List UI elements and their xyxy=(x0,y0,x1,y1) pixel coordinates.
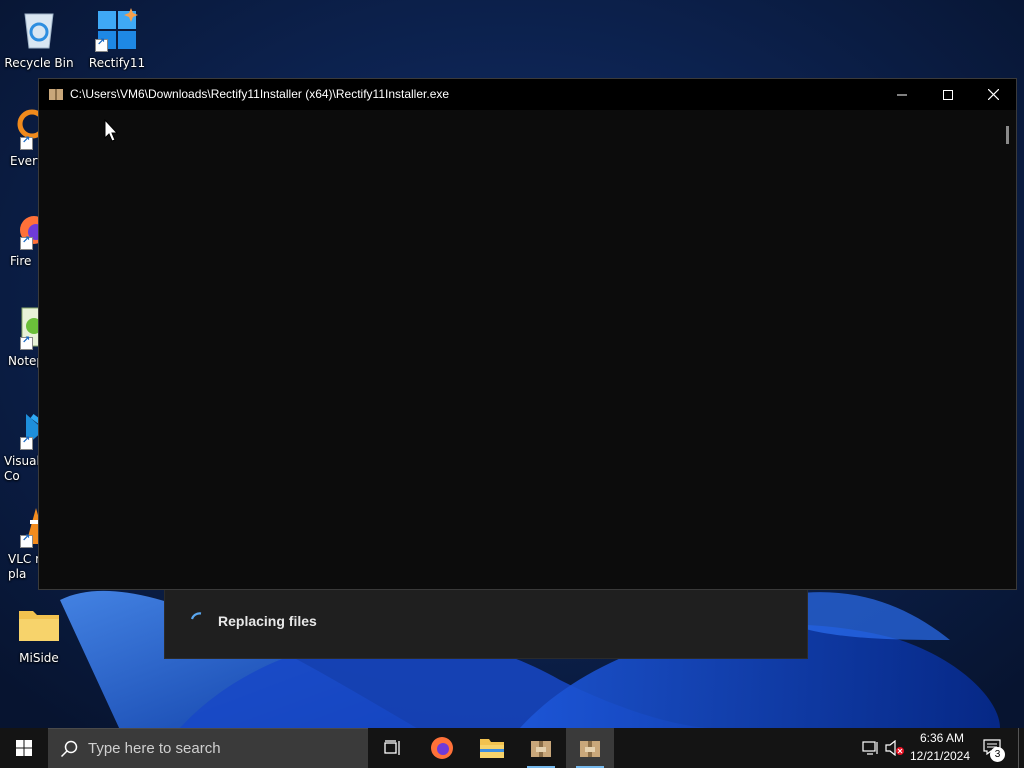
desktop-icon-label: Rectify11 Control xyxy=(88,56,146,70)
desktop-icon-label: Recycle Bin xyxy=(4,56,74,70)
taskbar-search-box[interactable]: Type here to search xyxy=(48,728,368,768)
task-view-icon xyxy=(384,740,400,755)
shortcut-arrow-icon xyxy=(20,435,33,450)
shortcut-arrow-icon xyxy=(20,235,33,250)
minimize-icon xyxy=(897,94,907,95)
recycle-bin-icon xyxy=(17,8,61,52)
console-window-title: C:\Users\VM6\Downloads\Rectify11Installe… xyxy=(70,87,450,101)
show-desktop-button[interactable] xyxy=(1018,728,1024,768)
installer-status-text: Replacing files xyxy=(218,613,317,629)
firefox-icon xyxy=(431,737,453,759)
folder-icon xyxy=(17,603,61,647)
shortcut-arrow-icon xyxy=(20,135,33,150)
scrollbar-thumb[interactable] xyxy=(1006,126,1009,144)
close-icon xyxy=(987,89,999,100)
rectify11-logo-icon xyxy=(95,8,139,52)
maximize-button[interactable] xyxy=(925,79,971,110)
minimize-button[interactable] xyxy=(879,79,925,110)
loading-spinner-icon xyxy=(190,612,202,620)
search-placeholder: Type here to search xyxy=(88,740,221,757)
taskbar-app-rectify11-installer-active[interactable] xyxy=(566,728,614,768)
installer-package-icon xyxy=(49,89,63,100)
clock-date[interactable]: 12/21/2024 xyxy=(906,749,974,763)
installer-package-icon xyxy=(580,741,600,757)
volume-muted-icon[interactable] xyxy=(885,740,905,756)
taskbar-app-firefox[interactable] xyxy=(418,728,466,768)
console-window[interactable]: C:\Users\VM6\Downloads\Rectify11Installe… xyxy=(38,78,1017,590)
close-button[interactable] xyxy=(970,79,1016,110)
task-view-button[interactable] xyxy=(368,728,416,768)
shortcut-arrow-icon xyxy=(20,533,33,548)
clock-time[interactable]: 6:36 AM xyxy=(910,731,974,745)
taskbar: Type here to search 6:36 AM 12/21/2024 3 xyxy=(0,728,1024,768)
installer-package-icon xyxy=(531,741,551,757)
shortcut-arrow-icon xyxy=(20,335,33,350)
mouse-pointer-icon xyxy=(104,119,119,142)
windows-logo-icon xyxy=(16,740,32,756)
desktop-icon-recycle-bin[interactable]: Recycle Bin xyxy=(1,8,77,71)
file-explorer-icon xyxy=(480,739,504,758)
network-icon[interactable] xyxy=(862,740,880,756)
notification-count-badge: 3 xyxy=(990,747,1005,762)
console-scrollbar[interactable] xyxy=(1000,110,1016,589)
start-button[interactable] xyxy=(0,728,48,768)
desktop-icon-label: MiSide xyxy=(19,651,59,665)
desktop-icon-miside[interactable]: MiSide xyxy=(1,603,77,666)
console-titlebar[interactable]: C:\Users\VM6\Downloads\Rectify11Installe… xyxy=(39,79,1016,110)
shortcut-arrow-icon xyxy=(95,37,108,52)
taskbar-app-rectify11-installer[interactable] xyxy=(517,728,565,768)
taskbar-app-file-explorer[interactable] xyxy=(468,728,516,768)
search-icon xyxy=(60,740,78,758)
maximize-icon xyxy=(943,89,953,100)
desktop-icon-rectify11-control[interactable]: Rectify11 Control xyxy=(79,8,155,71)
